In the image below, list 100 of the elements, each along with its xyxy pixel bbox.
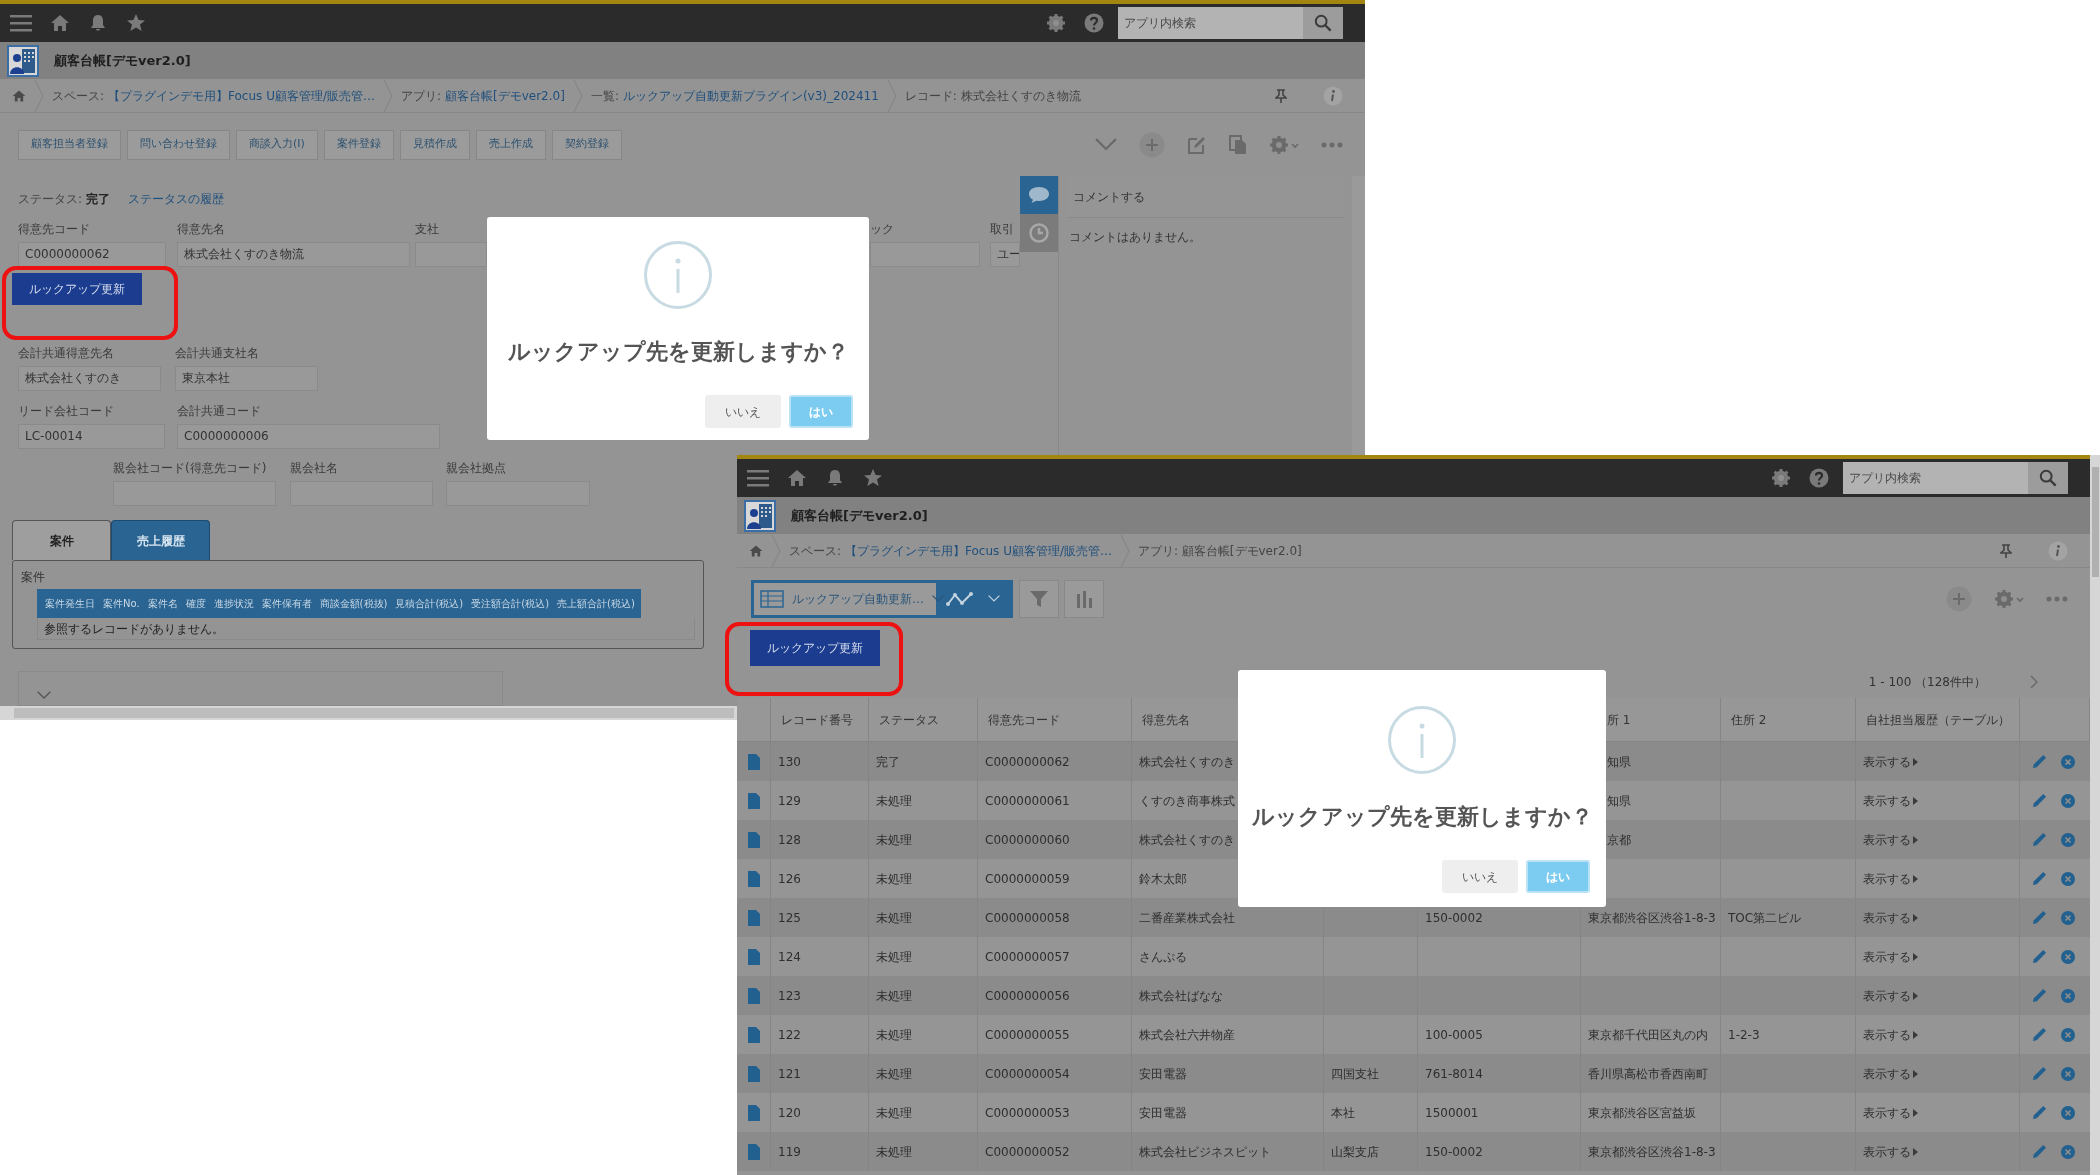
column-header: 自社担当履歴（テーブル） (1866, 711, 2010, 729)
table-cell-text: 1500001 (1425, 1104, 1479, 1122)
table-cell-text: 未処理 (876, 1104, 912, 1122)
table-cell-text: 京都 (1607, 831, 1631, 849)
table-cell-text: C0000000053 (985, 1104, 1070, 1122)
column-header: 進捗状況 (212, 597, 255, 612)
table-cell-text: 124 (778, 948, 801, 966)
table-cell-text: 株式会社ビジネスピット (1139, 1143, 1271, 1161)
table-cell-text: 1-2-3 (1728, 1026, 1760, 1044)
table-cell-text: 150-0002 (1425, 1143, 1483, 1161)
table-cell-text: 東京都千代田区丸の内 (1588, 1026, 1708, 1044)
field-label: 親会社拠点 (446, 460, 507, 478)
table-cell-text: 100-0005 (1425, 1026, 1483, 1044)
field-label: 取引 (990, 221, 1015, 238)
column-header: レコード番号 (781, 711, 853, 729)
view-name: ルックアップ自動更新… (792, 591, 924, 608)
column-header: 得意先名 (1142, 711, 1190, 729)
table-cell-text: 二番産業株式会社 (1139, 909, 1235, 927)
table-cell-text: C0000000061 (985, 792, 1070, 810)
column-header: 商談金額(税抜) (318, 597, 389, 612)
table-cell-text: 126 (778, 870, 801, 888)
table-cell-text: C0000000058 (985, 909, 1070, 927)
status-label: ステータス: (18, 191, 83, 208)
table-cell-text: 山梨支店 (1331, 1143, 1379, 1161)
table-cell-text: 未処理 (876, 792, 912, 810)
table-cell-text: 本社 (1331, 1104, 1355, 1122)
empty-message: 参照するレコードがありません。 (44, 620, 224, 638)
app-title: 顧客台帳[デモver2.0] (791, 506, 928, 525)
table-cell-text: 鈴木太郎 (1139, 870, 1187, 888)
app-title: 顧客台帳[デモver2.0] (54, 51, 191, 70)
column-header: 案件名 (146, 597, 179, 612)
table-cell-text: C0000000060 (985, 831, 1070, 849)
table-cell-text: 完了 (876, 753, 900, 771)
table-cell-text: 知県 (1607, 753, 1631, 771)
table-cell-text: C0000000052 (985, 1143, 1070, 1161)
table-cell-text: 株式会社ばなな (1139, 987, 1223, 1005)
table-cell-text: 未処理 (876, 987, 912, 1005)
breadcrumb-label: スペース: (52, 87, 105, 105)
breadcrumb-label: スペース: (789, 542, 842, 560)
column-header: 所 1 (1607, 711, 1631, 729)
table-cell-text: 122 (778, 1026, 801, 1044)
status-value: 完了 (86, 191, 111, 208)
table-cell-text: 119 (778, 1143, 801, 1161)
breadcrumb-label: 一覧: (590, 87, 619, 105)
field-label: ック (870, 221, 895, 238)
table-cell-text: 安田電器 (1139, 1104, 1187, 1122)
column-header: 売上額合計(税込) (556, 597, 636, 612)
table-cell-text: 128 (778, 831, 801, 849)
column-header: 案件発生日 (44, 597, 96, 612)
table-cell-text: 未処理 (876, 1143, 912, 1161)
field-label: 会計共通支社名 (175, 345, 260, 363)
column-header: 案件No. (102, 597, 141, 612)
column-header: 見積合計(税込) (394, 597, 465, 612)
table-cell-text: 未処理 (876, 1065, 912, 1083)
table-cell-text: C0000000059 (985, 870, 1070, 888)
column-header: 確度 (184, 597, 207, 612)
table-cell-text: 四国支社 (1331, 1065, 1379, 1083)
table-cell-text: 株式会社くすのき (1139, 831, 1235, 849)
breadcrumb-label: アプリ: (400, 87, 441, 105)
table-cell-text: 株式会社六井物産 (1139, 1026, 1235, 1044)
table-cell-text: 120 (778, 1104, 801, 1122)
table-cell-text: C0000000062 (985, 753, 1070, 771)
column-header: 受注額合計(税込) (470, 597, 551, 612)
table-cell-text: 761-8014 (1425, 1065, 1483, 1083)
field-label: リード会社コード (18, 403, 115, 421)
table-cell-text: 123 (778, 987, 801, 1005)
field-label: 親会社名 (290, 460, 339, 478)
field-value: C0000000006 (177, 424, 440, 450)
table-cell-text: さんぷる (1139, 948, 1187, 966)
subtable-title: 案件 (21, 569, 46, 586)
no-comments-text: コメントはありません。 (1069, 229, 1202, 246)
field-value: 東京本社 (175, 366, 318, 392)
table-cell-text: 129 (778, 792, 801, 810)
field-label: 支社 (415, 221, 440, 238)
column-header: 住所 2 (1731, 711, 1767, 729)
table-cell-text: 東京都渋谷区宮益坂 (1588, 1104, 1696, 1122)
table-cell-text: 未処理 (876, 909, 912, 927)
table-cell-text: 東京都渋谷区渋谷1-8-3 (1588, 909, 1716, 927)
table-cell-text: C0000000054 (985, 1065, 1070, 1083)
table-cell-text: 未処理 (876, 1026, 912, 1044)
field-value: 株式会社くすのき物流 (177, 242, 410, 267)
dialog-message: ルックアップ先を更新しますか？ (1251, 803, 1593, 831)
field-label: 会計共通コード (177, 403, 262, 421)
column-header: 案件保有者 (260, 597, 313, 612)
breadcrumb-label: アプリ: 顧客台帳[デモver2.0] (1137, 542, 1302, 560)
table-cell-text: 150-0002 (1425, 909, 1483, 927)
table-cell-text: くすのき商事株式 (1139, 792, 1235, 810)
column-header: 得意先コード (988, 711, 1060, 729)
table-cell-text: 121 (778, 1065, 801, 1083)
field-label: 得意先名 (177, 221, 226, 238)
table-cell-text: 未処理 (876, 831, 912, 849)
table-cell-text: 株式会社くすのき (1139, 753, 1235, 771)
table-cell-text: 安田電器 (1139, 1065, 1187, 1083)
field-value: LC-00014 (18, 424, 165, 450)
table-cell-text: TOC第二ビル (1728, 909, 1802, 927)
table-cell-text: 未処理 (876, 870, 912, 888)
table-cell-text: 未処理 (876, 948, 912, 966)
column-header: ステータス (879, 711, 939, 729)
field-label: 得意先コード (18, 221, 91, 238)
field-value: C0000000062 (18, 242, 166, 267)
